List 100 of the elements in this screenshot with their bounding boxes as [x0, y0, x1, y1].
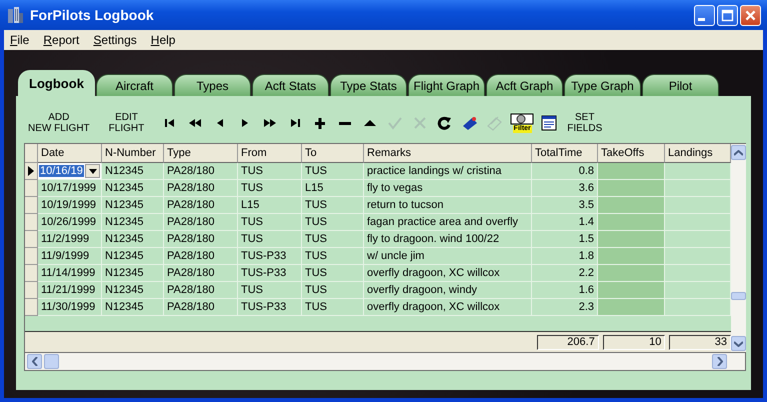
table-cell: fagan practice area and overfly — [364, 214, 532, 231]
column-header[interactable]: TakeOffs — [598, 144, 665, 163]
table-cell: 11/14/1999 — [38, 265, 102, 282]
close-button[interactable] — [740, 4, 761, 26]
horizontal-scrollbar[interactable] — [24, 353, 746, 371]
scroll-down-button[interactable] — [731, 336, 746, 351]
column-header[interactable]: Type — [164, 144, 238, 163]
table-cell — [665, 231, 731, 248]
table-cell: TUS-P33 — [238, 299, 302, 316]
table-cell: N12345 — [102, 163, 164, 180]
column-header[interactable]: Remarks — [364, 144, 532, 163]
tab[interactable]: Type Stats — [330, 74, 407, 96]
total-field: 10 — [602, 334, 666, 350]
table-cell — [665, 282, 731, 299]
menu-item[interactable]: Settings — [93, 33, 137, 47]
table-cell — [665, 265, 731, 282]
table-cell — [598, 197, 665, 214]
table-cell: 1.5 — [532, 231, 598, 248]
table-cell: PA28/180 — [164, 299, 238, 316]
dropdown-arrow-icon — [88, 168, 96, 174]
table-cell: 11/30/1999 — [38, 299, 102, 316]
table-cell: 10/19/1999 — [38, 197, 102, 214]
table-cell: TUS — [238, 214, 302, 231]
maximize-button[interactable] — [717, 4, 738, 26]
table-cell — [598, 231, 665, 248]
table-cell: 11/9/1999 — [38, 248, 102, 265]
table-cell: TUS — [302, 231, 364, 248]
total-field: 206.7 — [537, 334, 599, 350]
tab[interactable]: Type Graph — [564, 74, 641, 96]
tab[interactable]: Acft Graph — [486, 74, 563, 96]
date-dropdown[interactable]: 10/16/19 — [38, 163, 102, 180]
table-cell: TUS-P33 — [238, 248, 302, 265]
magnifier-icon — [510, 113, 534, 125]
table-cell: L15 — [302, 180, 364, 197]
table-cell — [598, 265, 665, 282]
column-header[interactable]: Landings — [665, 144, 731, 163]
table-cell: TUS — [302, 248, 364, 265]
table-cell: PA28/180 — [164, 282, 238, 299]
table-cell: 1.4 — [532, 214, 598, 231]
tab[interactable]: Logbook — [18, 70, 95, 96]
table-cell: PA28/180 — [164, 265, 238, 282]
table-cell: overfly dragoon, windy — [364, 282, 532, 299]
column-header[interactable]: From — [238, 144, 302, 163]
minimize-button[interactable] — [694, 4, 715, 26]
tab[interactable]: Aircraft — [96, 74, 173, 96]
table-cell: 11/2/1999 — [38, 231, 102, 248]
scroll-thumb[interactable] — [44, 354, 59, 369]
minimize-icon — [698, 18, 705, 20]
table-cell: N12345 — [102, 299, 164, 316]
table-cell: return to tucson — [364, 197, 532, 214]
table-cell: N12345 — [102, 231, 164, 248]
table-cell — [665, 248, 731, 265]
window-title: ForPilots Logbook — [30, 7, 155, 23]
corner-header — [25, 144, 38, 163]
table-cell: N12345 — [102, 197, 164, 214]
table-cell — [598, 299, 665, 316]
menu-item[interactable]: Report — [43, 33, 80, 47]
tab[interactable]: Pilot — [642, 74, 719, 96]
column-header[interactable]: TotalTime — [532, 144, 598, 163]
table-cell: 10/26/1999 — [38, 214, 102, 231]
vertical-scrollbar[interactable] — [731, 144, 746, 352]
column-header[interactable]: Date — [38, 144, 102, 163]
table-cell: TUS — [302, 163, 364, 180]
table-cell — [665, 214, 731, 231]
table-cell: PA28/180 — [164, 214, 238, 231]
table-cell: fly to dragoon. wind 100/22 — [364, 231, 532, 248]
column-header[interactable]: N-Number — [102, 144, 164, 163]
table-cell — [598, 180, 665, 197]
menu-item[interactable]: File — [10, 33, 30, 47]
table-cell: TUS — [302, 282, 364, 299]
row-selector[interactable] — [25, 163, 38, 180]
table-cell: w/ uncle jim — [364, 248, 532, 265]
table-cell: TUS-P33 — [238, 265, 302, 282]
table-cell: TUS — [238, 180, 302, 197]
table-cell: practice landings w/ cristina — [364, 163, 532, 180]
chevron-up-icon — [734, 150, 743, 156]
scroll-left-button[interactable] — [27, 354, 42, 369]
column-header[interactable]: To — [302, 144, 364, 163]
total-field: 33 — [669, 334, 731, 350]
table-cell: PA28/180 — [164, 248, 238, 265]
buildings-icon — [6, 6, 24, 24]
table-cell: 3.5 — [532, 197, 598, 214]
table-cell: 2.3 — [532, 299, 598, 316]
toolbar-button[interactable]: EDIT FLIGHT — [104, 112, 148, 134]
tab[interactable]: Types — [174, 74, 251, 96]
table-cell — [665, 197, 731, 214]
toolbar-button[interactable]: ADD NEW FLIGHT — [24, 112, 94, 134]
scroll-up-button[interactable] — [731, 145, 746, 160]
toolbar-button[interactable]: SET FIELDS — [563, 112, 606, 134]
table-cell: 1.6 — [532, 282, 598, 299]
scroll-thumb[interactable] — [731, 292, 746, 300]
table-cell: TUS — [302, 265, 364, 282]
menu-item[interactable]: Help — [150, 33, 176, 47]
scroll-right-button[interactable] — [712, 354, 727, 369]
tab[interactable]: Acft Stats — [252, 74, 329, 96]
table-cell: 0.8 — [532, 163, 598, 180]
table-cell: TUS — [302, 197, 364, 214]
chevron-left-icon — [32, 357, 38, 366]
table-cell: PA28/180 — [164, 180, 238, 197]
tab[interactable]: Flight Graph — [408, 74, 485, 96]
